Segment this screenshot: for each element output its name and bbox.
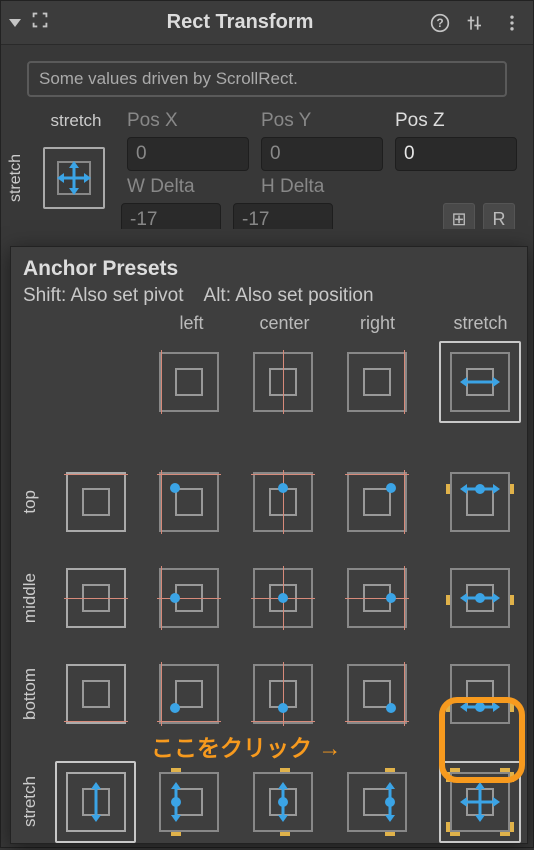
preset-stretch-right[interactable] xyxy=(347,772,407,832)
preset-middle-left[interactable] xyxy=(159,568,219,628)
preset-stretch-center[interactable] xyxy=(253,772,313,832)
preset-none-right[interactable] xyxy=(347,352,407,412)
svg-text:?: ? xyxy=(436,17,443,30)
posx-field[interactable]: 0 xyxy=(127,137,249,171)
col-left: left xyxy=(145,313,238,334)
wdelta-label: W Delta xyxy=(127,173,249,201)
rect-transform-area: stretch stretch Pos X Pos Y Pos Z 0 0 0 … xyxy=(1,107,533,239)
preset-bottom-right[interactable] xyxy=(347,664,407,724)
row-stretch: stretch xyxy=(20,776,40,827)
menu-icon[interactable] xyxy=(501,12,523,34)
annotation-text: ここをクリック → xyxy=(151,729,341,763)
preset-middle-stretch[interactable] xyxy=(450,568,510,628)
raw-edit-button[interactable]: R xyxy=(483,203,515,229)
preset-stretch-stretch[interactable] xyxy=(450,772,510,832)
component-header: Rect Transform ? xyxy=(1,1,533,45)
anchor-presets-popup: Anchor Presets Shift: Also set pivot Alt… xyxy=(10,246,528,844)
preset-middle-center[interactable] xyxy=(253,568,313,628)
preset-top-none[interactable] xyxy=(66,472,126,532)
posy-field[interactable]: 0 xyxy=(261,137,383,171)
posz-label: Pos Z xyxy=(395,107,517,135)
posy-label: Pos Y xyxy=(261,107,383,135)
row-bottom: bottom xyxy=(20,668,40,720)
preset-top-right[interactable] xyxy=(347,472,407,532)
presets-icon[interactable] xyxy=(465,12,487,34)
popup-sub-shift: Shift: Also set pivot xyxy=(23,285,184,307)
anchor-presets-button[interactable] xyxy=(43,147,105,209)
preset-none-stretch[interactable] xyxy=(450,352,510,412)
hdelta-field[interactable]: -17 xyxy=(233,203,333,229)
help-icon[interactable]: ? xyxy=(429,12,451,34)
hdelta-label: H Delta xyxy=(261,173,383,201)
popup-title: Anchor Presets xyxy=(23,257,515,281)
fullscreen-icon[interactable] xyxy=(29,9,51,36)
preset-bottom-left[interactable] xyxy=(159,664,219,724)
preset-middle-none[interactable] xyxy=(66,568,126,628)
preset-none-left[interactable] xyxy=(159,352,219,412)
preset-bottom-stretch[interactable] xyxy=(450,664,510,724)
anchor-top-label: stretch xyxy=(31,107,121,135)
component-title: Rect Transform xyxy=(61,11,419,34)
preset-none-center[interactable] xyxy=(253,352,313,412)
preset-bottom-none[interactable] xyxy=(66,664,126,724)
preset-stretch-left[interactable] xyxy=(159,772,219,832)
col-stretch: stretch xyxy=(434,313,527,334)
preset-top-center[interactable] xyxy=(253,472,313,532)
preset-bottom-center[interactable] xyxy=(253,664,313,724)
preset-stretch-none[interactable] xyxy=(66,772,126,832)
posx-label: Pos X xyxy=(127,107,249,135)
preset-middle-right[interactable] xyxy=(347,568,407,628)
blueprint-mode-button[interactable]: ⊞ xyxy=(443,203,475,229)
row-top: top xyxy=(20,490,40,514)
posz-field[interactable]: 0 xyxy=(395,137,517,171)
col-center: center xyxy=(238,313,331,334)
preset-top-stretch[interactable] xyxy=(450,472,510,532)
preset-top-left[interactable] xyxy=(159,472,219,532)
popup-sub-alt: Alt: Also set position xyxy=(204,285,374,307)
anchor-left-label: stretch xyxy=(7,154,25,202)
row-middle: middle xyxy=(20,573,40,623)
wdelta-field[interactable]: -17 xyxy=(121,203,221,229)
foldout-toggle[interactable] xyxy=(9,19,21,27)
col-right: right xyxy=(331,313,424,334)
driven-message: Some values driven by ScrollRect. xyxy=(27,61,507,97)
